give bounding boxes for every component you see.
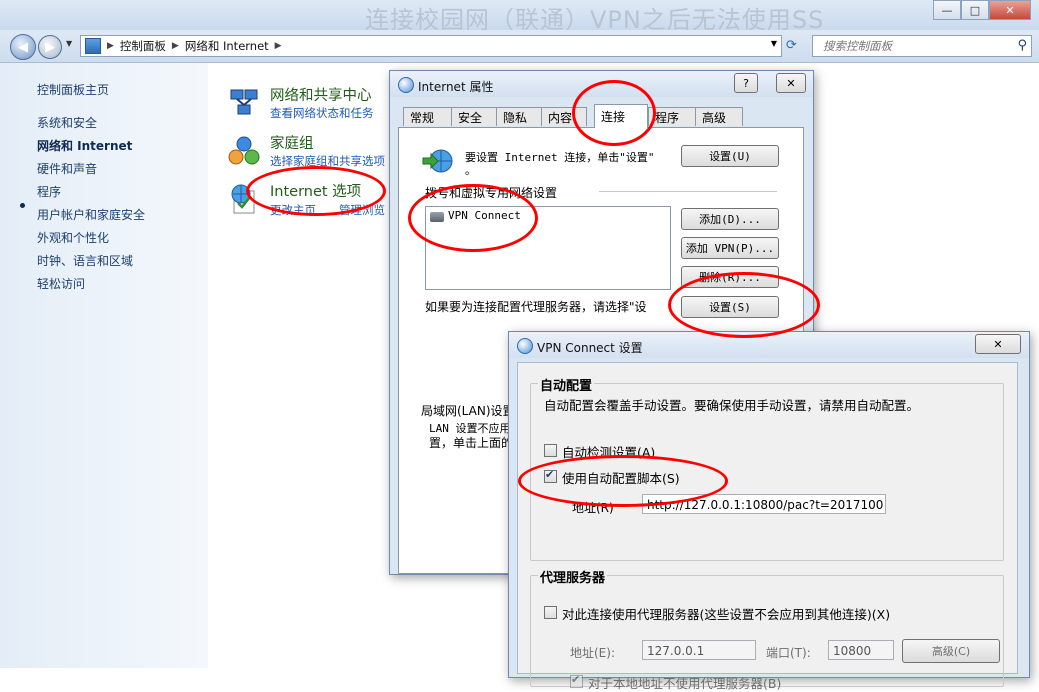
proxy-address-field[interactable]: 127.0.0.1 bbox=[642, 640, 756, 660]
sidebar-item-user-accounts[interactable]: 用户帐户和家庭安全 bbox=[37, 206, 145, 223]
vpn-connect-item-label: VPN Connect bbox=[448, 209, 521, 222]
vpn-settings-titlebar: VPN Connect 设置 ✕ bbox=[509, 332, 1029, 358]
proxy-address-label: 地址(E): bbox=[570, 646, 615, 660]
proxy-group bbox=[530, 575, 1004, 687]
vpn-connect-settings-dialog: VPN Connect 设置 ✕ 自动配置 自动配置会覆盖手动设置。要确保使用手… bbox=[508, 331, 1030, 691]
tab-advanced[interactable]: 高级 bbox=[695, 107, 743, 126]
divider bbox=[599, 191, 777, 192]
close-button[interactable]: ✕ bbox=[989, 0, 1031, 20]
link-change-homepage[interactable]: 更改主页 bbox=[270, 202, 316, 218]
sidebar-item-ease-of-access[interactable]: 轻松访问 bbox=[37, 275, 85, 292]
sidebar-item-programs[interactable]: 程序 bbox=[37, 183, 61, 200]
tab-content[interactable]: 内容 bbox=[541, 107, 587, 126]
link-manage-browsing[interactable]: 管理浏览 bbox=[339, 202, 385, 218]
category-internet-options[interactable]: Internet 选项 bbox=[270, 180, 361, 201]
connection-settings-button[interactable]: 设置(S) bbox=[681, 296, 779, 318]
active-bullet-icon bbox=[20, 203, 25, 208]
auto-detect-checkbox[interactable] bbox=[544, 444, 557, 457]
auto-config-heading: 自动配置 bbox=[538, 375, 595, 394]
search-input[interactable] bbox=[821, 38, 1005, 54]
proxy-prompt-text: 如果要为连接配置代理服务器，请选择"设 bbox=[425, 300, 647, 314]
use-proxy-checkbox[interactable] bbox=[544, 606, 557, 619]
search-icon[interactable]: ⚲ bbox=[1017, 38, 1027, 53]
back-arrow-icon: ◀ bbox=[18, 39, 28, 55]
link-homegroup-sharing-options[interactable]: 选择家庭组和共享选项 bbox=[270, 153, 385, 169]
setup-instruction: 要设置 Internet 连接，单击"设置" bbox=[465, 151, 655, 164]
category-homegroup[interactable]: 家庭组 bbox=[270, 132, 314, 153]
connection-list[interactable]: VPN Connect bbox=[425, 206, 671, 290]
bypass-local-label[interactable]: 对于本地地址不使用代理服务器(B) bbox=[588, 673, 781, 692]
chevron-right-icon[interactable]: ▶ bbox=[275, 41, 282, 51]
category-network-sharing-center[interactable]: 网络和共享中心 bbox=[270, 84, 372, 105]
use-auto-config-script-checkbox[interactable] bbox=[544, 468, 557, 483]
vpn-dialog-title: VPN Connect 设置 bbox=[537, 341, 643, 355]
dialog-close-button[interactable]: ✕ bbox=[776, 73, 806, 93]
use-proxy-label[interactable]: 对此连接使用代理服务器(这些设置不会应用到其他连接)(X) bbox=[562, 604, 890, 623]
sidebar-item-system-security[interactable]: 系统和安全 bbox=[37, 114, 97, 131]
link-view-network-status[interactable]: 查看网络状态和任务 bbox=[270, 105, 374, 121]
vpn-settings-body: 自动配置 自动配置会覆盖手动设置。要确保使用手动设置，请禁用自动配置。 自动检测… bbox=[517, 362, 1018, 691]
address-dropdown-icon[interactable]: ▼ bbox=[771, 39, 777, 48]
remove-connection-button[interactable]: 删除(R)... bbox=[681, 266, 779, 288]
tab-security[interactable]: 安全 bbox=[451, 107, 497, 126]
tab-programs[interactable]: 程序 bbox=[648, 107, 696, 126]
add-connection-button[interactable]: 添加(D)... bbox=[681, 208, 779, 230]
forward-arrow-icon: ▶ bbox=[45, 39, 55, 55]
maximize-button[interactable]: □ bbox=[961, 0, 989, 20]
sidebar-item-home[interactable]: 控制面板主页 bbox=[37, 81, 109, 98]
auto-config-address-label: 地址(R) bbox=[572, 501, 614, 515]
proxy-port-field[interactable]: 10800 bbox=[828, 640, 894, 660]
internet-globe-icon bbox=[398, 77, 414, 93]
vpn-dialog-close-button[interactable]: ✕ bbox=[975, 334, 1021, 354]
sidebar-item-network-internet[interactable]: 网络和 Internet bbox=[37, 137, 132, 154]
vpn-connection-icon bbox=[430, 212, 444, 222]
breadcrumb-network-internet[interactable]: 网络和 Internet bbox=[185, 38, 269, 54]
address-bar[interactable]: ▶ 控制面板 ▶ 网络和 Internet ▶ ▼ bbox=[80, 35, 782, 57]
window-controls: — □ ✕ bbox=[933, 0, 1031, 20]
lan-settings-heading: 局域网(LAN)设置 bbox=[421, 404, 515, 418]
tab-connections[interactable]: 连接 bbox=[594, 104, 648, 128]
network-sharing-icon bbox=[230, 89, 258, 115]
auto-config-description: 自动配置会覆盖手动设置。要确保使用手动设置，请禁用自动配置。 bbox=[544, 398, 920, 413]
sidebar-item-appearance[interactable]: 外观和个性化 bbox=[37, 229, 109, 246]
setup-instruction-cont: 。 bbox=[465, 164, 476, 177]
internet-connect-wizard-icon bbox=[422, 149, 453, 173]
advanced-button[interactable]: 高级(C) bbox=[902, 639, 1000, 663]
proxy-port-label: 端口(T): bbox=[766, 646, 811, 660]
refresh-icon[interactable]: ⟳ bbox=[786, 38, 797, 53]
internet-options-icon bbox=[231, 184, 255, 214]
breadcrumb-control-panel[interactable]: 控制面板 bbox=[120, 38, 166, 54]
tab-privacy[interactable]: 隐私 bbox=[496, 107, 542, 126]
forward-button[interactable]: ▶ bbox=[38, 35, 62, 59]
use-auto-config-script-label[interactable]: 使用自动配置脚本(S) bbox=[562, 468, 680, 487]
lan-settings-text-2: 置，单击上面的 bbox=[429, 436, 514, 450]
help-button[interactable]: ? bbox=[734, 73, 758, 93]
setup-button[interactable]: 设置(U) bbox=[681, 145, 779, 167]
proxy-heading: 代理服务器 bbox=[538, 567, 608, 586]
add-vpn-button[interactable]: 添加 VPN(P)... bbox=[681, 237, 779, 259]
minimize-button[interactable]: — bbox=[933, 0, 961, 20]
internet-globe-icon bbox=[517, 338, 533, 354]
dialog-title: Internet 属性 bbox=[418, 80, 494, 94]
sidebar: 控制面板主页 系统和安全 网络和 Internet 硬件和声音 程序 用户帐户和… bbox=[0, 63, 208, 668]
address-toolbar: ◀ ▶ ▼ ▶ 控制面板 ▶ 网络和 Internet ▶ ▼ ⟳ ⚲ bbox=[0, 30, 1039, 63]
recent-pages-dropdown-icon[interactable]: ▼ bbox=[66, 39, 72, 48]
control-panel-titlebar: 连接校园网（联通）VPN之后无法使用SS — □ ✕ bbox=[0, 0, 1039, 34]
search-box[interactable]: ⚲ bbox=[812, 35, 1032, 57]
chevron-right-icon[interactable]: ▶ bbox=[172, 41, 179, 51]
chevron-right-icon[interactable]: ▶ bbox=[107, 41, 114, 51]
tab-general[interactable]: 常规 bbox=[403, 107, 452, 126]
auto-config-address-field[interactable]: http://127.0.0.1:10800/pac?t=2017100 bbox=[642, 494, 886, 514]
back-button[interactable]: ◀ bbox=[10, 34, 36, 60]
dialup-vpn-heading: 拨号和虚拟专用网络设置 bbox=[425, 186, 558, 200]
control-panel-icon bbox=[85, 38, 101, 54]
sidebar-item-clock-language[interactable]: 时钟、语言和区域 bbox=[37, 252, 133, 269]
internet-properties-titlebar: Internet 属性 ? ✕ bbox=[390, 71, 813, 97]
homegroup-icon bbox=[228, 136, 260, 165]
auto-detect-label[interactable]: 自动检测设置(A) bbox=[562, 442, 655, 461]
bypass-local-checkbox[interactable] bbox=[570, 673, 583, 688]
sidebar-item-hardware-sound[interactable]: 硬件和声音 bbox=[37, 160, 97, 177]
